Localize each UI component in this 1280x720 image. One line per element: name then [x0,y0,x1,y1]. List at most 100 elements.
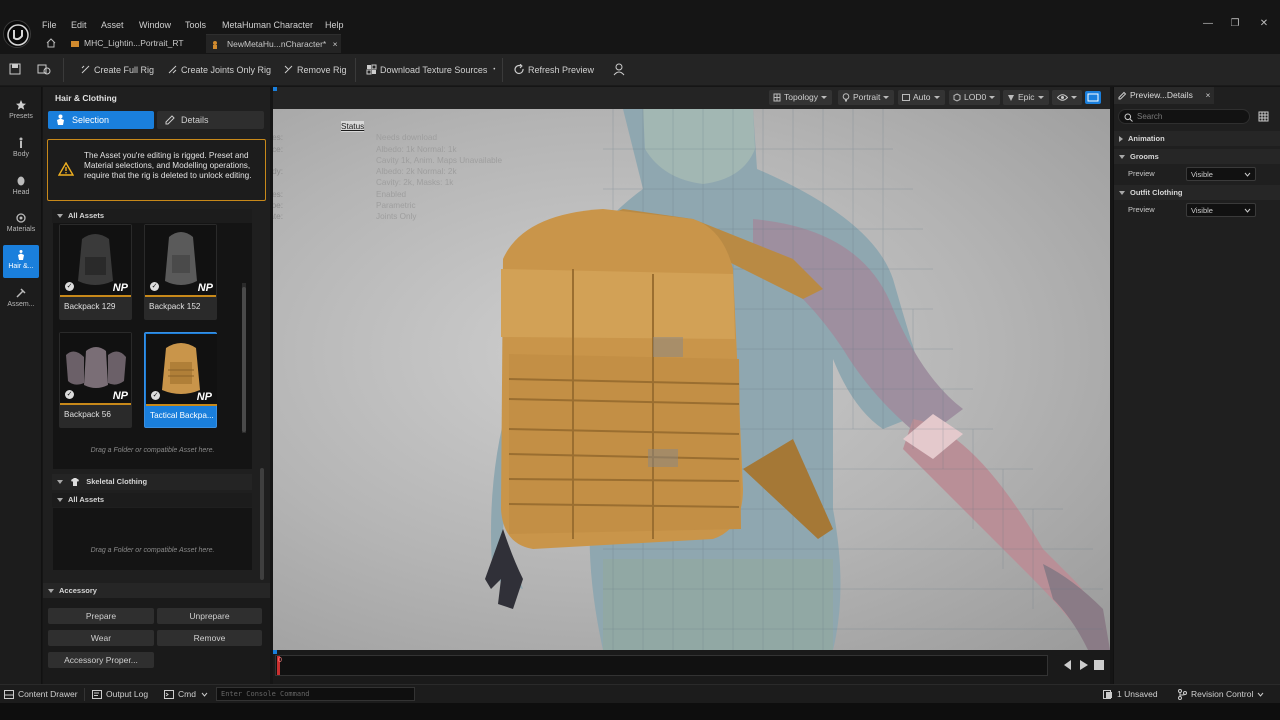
asset-tile[interactable]: ✓ NP Backpack 152 [144,224,217,320]
menu-file[interactable]: File [42,18,57,32]
create-full-rig-button[interactable]: Create Full Rig [80,62,154,78]
home-icon[interactable] [46,38,56,48]
unreal-logo-icon[interactable] [3,20,31,48]
rig-icon [81,65,90,74]
tab-close-icon[interactable]: × [333,39,338,49]
search-placeholder: Search [1137,112,1163,121]
lod-label: LOD0 [964,92,987,102]
download-texture-sources-button[interactable]: Download Texture Sources • [366,62,495,78]
details-tab[interactable]: Details [157,111,264,129]
step-back-icon[interactable] [1062,659,1072,671]
create-joints-only-rig-button[interactable]: Create Joints Only Rig [167,62,271,78]
menu-tools[interactable]: Tools [185,18,206,32]
menu-edit[interactable]: Edit [71,18,87,32]
grooms-preview-row: Preview Visible [1114,165,1280,183]
stop-icon[interactable] [1094,660,1104,670]
rail-hair-clothing[interactable]: Hair &... [3,245,39,278]
grooms-section-header[interactable]: Grooms [1114,149,1280,164]
wear-button[interactable]: Wear [48,630,154,646]
rail-body[interactable]: Body [3,133,39,166]
maximize-button[interactable]: ❐ [1228,18,1242,30]
asset-tile[interactable]: ✓ NP Backpack 56 [59,332,132,428]
search-icon [1124,113,1133,122]
menu-asset[interactable]: Asset [101,18,124,32]
user-icon[interactable] [612,62,626,76]
tab-label: MHC_Lightin...Portrait_RT [84,38,184,48]
cube-icon [953,93,961,102]
character-icon [213,41,217,49]
remove-rig-label: Remove Rig [297,65,347,75]
preview-details-tab[interactable]: Preview...Details × [1114,87,1214,104]
topology-button[interactable]: Topology [769,90,833,105]
selection-tab[interactable]: Selection [48,111,154,129]
rail-assembly[interactable]: Assem... [3,283,39,316]
browse-icon[interactable] [37,63,51,75]
body-icon [19,137,23,148]
film-icon [902,94,910,101]
remove-rig-button[interactable]: Remove Rig [283,62,347,78]
asset-scrollbar-thumb[interactable] [242,287,246,432]
prepare-button[interactable]: Prepare [48,608,154,624]
outfit-clothing-section-header[interactable]: Outfit Clothing [1114,185,1280,200]
check-icon: ✓ [65,390,74,399]
minimize-button[interactable]: — [1201,18,1215,30]
refresh-preview-button[interactable]: Refresh Preview [514,62,594,78]
status-key: Texture Sources: [273,133,283,143]
outfit-clothing-label: Outfit Clothing [1130,188,1183,197]
outfit-preview-dropdown[interactable]: Visible [1186,203,1256,217]
all-assets-header[interactable]: All Assets [52,209,252,223]
viewport[interactable]: Topology Portrait Auto LOD0 Epic Status … [273,87,1110,650]
hammer-icon [16,288,26,298]
panel-scrollbar[interactable] [260,468,264,580]
close-tab-icon[interactable]: × [1202,87,1214,104]
close-button[interactable]: ✕ [1257,18,1271,30]
rail-presets[interactable]: Presets [3,95,39,128]
asset-tile[interactable]: ✓ NP Backpack 129 [59,224,132,320]
tab-lighting-portrait[interactable]: MHC_Lightin...Portrait_RT [68,34,198,53]
tab-metahuman-character[interactable]: NewMetaHu...nCharacter* × [206,34,341,53]
menu-window[interactable]: Window [139,18,171,32]
skeletal-clothing-header[interactable]: Skeletal Clothing [52,474,252,490]
materials-icon [16,213,26,223]
unsaved-icon [1103,690,1112,699]
rail-head[interactable]: Head [3,171,39,204]
cmd-dropdown[interactable]: Cmd [164,688,210,701]
accessory-header[interactable]: Accessory [43,583,270,598]
grooms-preview-dropdown[interactable]: Visible [1186,167,1256,181]
property-label: Preview [1128,205,1155,214]
timeline-scrubber[interactable]: 0 [275,655,1048,676]
save-icon[interactable] [9,63,21,75]
menu-help[interactable]: Help [325,18,344,32]
quality-button[interactable]: Epic [1003,90,1049,105]
revision-control-button[interactable]: Revision Control [1177,688,1265,701]
remove-button[interactable]: Remove [157,630,262,646]
layout-toggle-icon[interactable] [1085,91,1101,104]
asset-tile-selected[interactable]: ✓ NP Tactical Backpa... [144,332,217,428]
check-icon: ✓ [65,282,74,291]
np-badge: NP [196,391,212,403]
details-search-input[interactable]: Search [1118,109,1250,124]
menu-metahuman-character[interactable]: MetaHuman Character [222,18,313,32]
animation-section-header[interactable]: Animation [1114,131,1280,146]
play-icon[interactable] [1079,659,1089,671]
status-title: Status [341,121,365,133]
accessory-properties-button[interactable]: Accessory Proper... [48,652,154,668]
console-command-input[interactable]: Enter Console Command [216,687,415,701]
rail-label: Presets [9,113,33,120]
output-log-button[interactable]: Output Log [92,688,148,701]
settings-grid-icon[interactable] [1258,111,1269,122]
content-drawer-button[interactable]: Content Drawer [4,688,78,701]
unsaved-button[interactable]: 1 Unsaved [1103,688,1158,701]
visibility-button[interactable] [1052,90,1082,105]
rail-materials[interactable]: Materials [3,208,39,241]
skeletal-all-assets-header[interactable]: All Assets [52,493,252,507]
warning-text: The Asset you're editing is rigged. Pres… [84,151,252,180]
auto-button[interactable]: Auto [898,90,945,105]
lod-button[interactable]: LOD0 [949,90,1001,105]
chevron-down-icon [1257,692,1264,697]
grooms-label: Grooms [1130,152,1159,161]
unprepare-button[interactable]: Unprepare [157,608,262,624]
character-preview[interactable]: Status Texture Sources: Needs download Fa… [273,109,1110,650]
viewport-toolbar: Topology Portrait Auto LOD0 Epic [273,87,1110,109]
portrait-button[interactable]: Portrait [838,90,895,105]
